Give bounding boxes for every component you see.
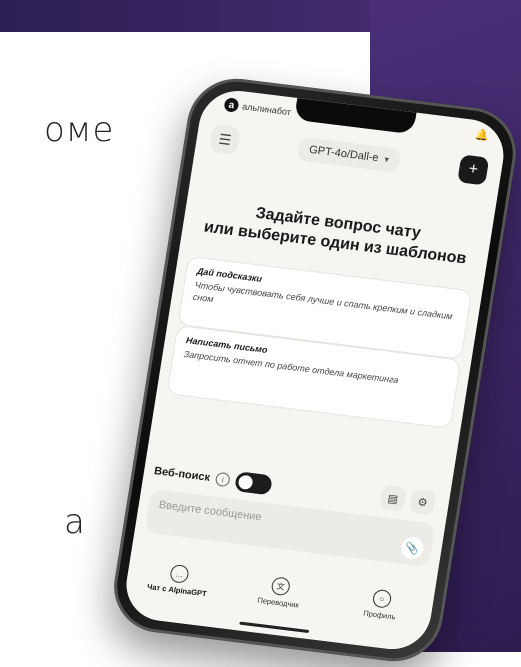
- info-icon[interactable]: i: [214, 471, 231, 488]
- tab-chat[interactable]: … Чат с AlpinaGPT: [126, 559, 231, 601]
- notes-icon: ▤: [386, 492, 399, 506]
- web-search-toggle[interactable]: [234, 471, 274, 496]
- web-search-label: Веб-поиск: [153, 465, 211, 484]
- menu-button[interactable]: ☰: [208, 123, 242, 155]
- prompt-title: Задайте вопрос чату или выберите один из…: [191, 197, 481, 271]
- paperclip-icon: 📎: [404, 541, 420, 556]
- chat-icon: …: [169, 563, 190, 584]
- attach-button[interactable]: 📎: [399, 535, 425, 561]
- menu-icon: ☰: [217, 130, 233, 148]
- plus-icon: +: [467, 160, 480, 179]
- app-header: ☰ GPT-4o/Dall-e ▾ +: [208, 122, 490, 188]
- tab-profile[interactable]: ○ Профиль: [329, 584, 434, 626]
- background-text-top: оме: [44, 110, 115, 150]
- home-indicator: [239, 621, 310, 634]
- toggle-knob: [237, 474, 254, 491]
- chevron-down-icon: ▾: [383, 153, 390, 165]
- model-select[interactable]: GPT-4o/Dall-e ▾: [295, 136, 403, 173]
- bell-icon[interactable]: 🔔: [474, 128, 490, 143]
- background-text-bottom: а: [64, 502, 86, 542]
- settings-button[interactable]: ⚙: [408, 488, 437, 516]
- profile-icon: ○: [371, 588, 393, 609]
- statusbar: а альпинабот: [223, 97, 292, 119]
- new-chat-button[interactable]: +: [457, 154, 490, 186]
- model-select-label: GPT-4o/Dall-e: [308, 143, 380, 165]
- tab-profile-label: Профиль: [362, 608, 397, 622]
- tab-translator-label: Переводчик: [256, 595, 300, 610]
- templates-button[interactable]: ▤: [379, 485, 407, 512]
- tab-translator[interactable]: 文 Переводчик: [227, 571, 332, 613]
- gear-icon: ⚙: [416, 495, 429, 510]
- message-input[interactable]: [155, 497, 361, 537]
- brand-logo: а: [223, 97, 240, 113]
- brand-name: альпинабот: [241, 101, 292, 118]
- translate-icon: 文: [270, 576, 292, 597]
- tab-chat-label: Чат с AlpinaGPT: [146, 582, 208, 599]
